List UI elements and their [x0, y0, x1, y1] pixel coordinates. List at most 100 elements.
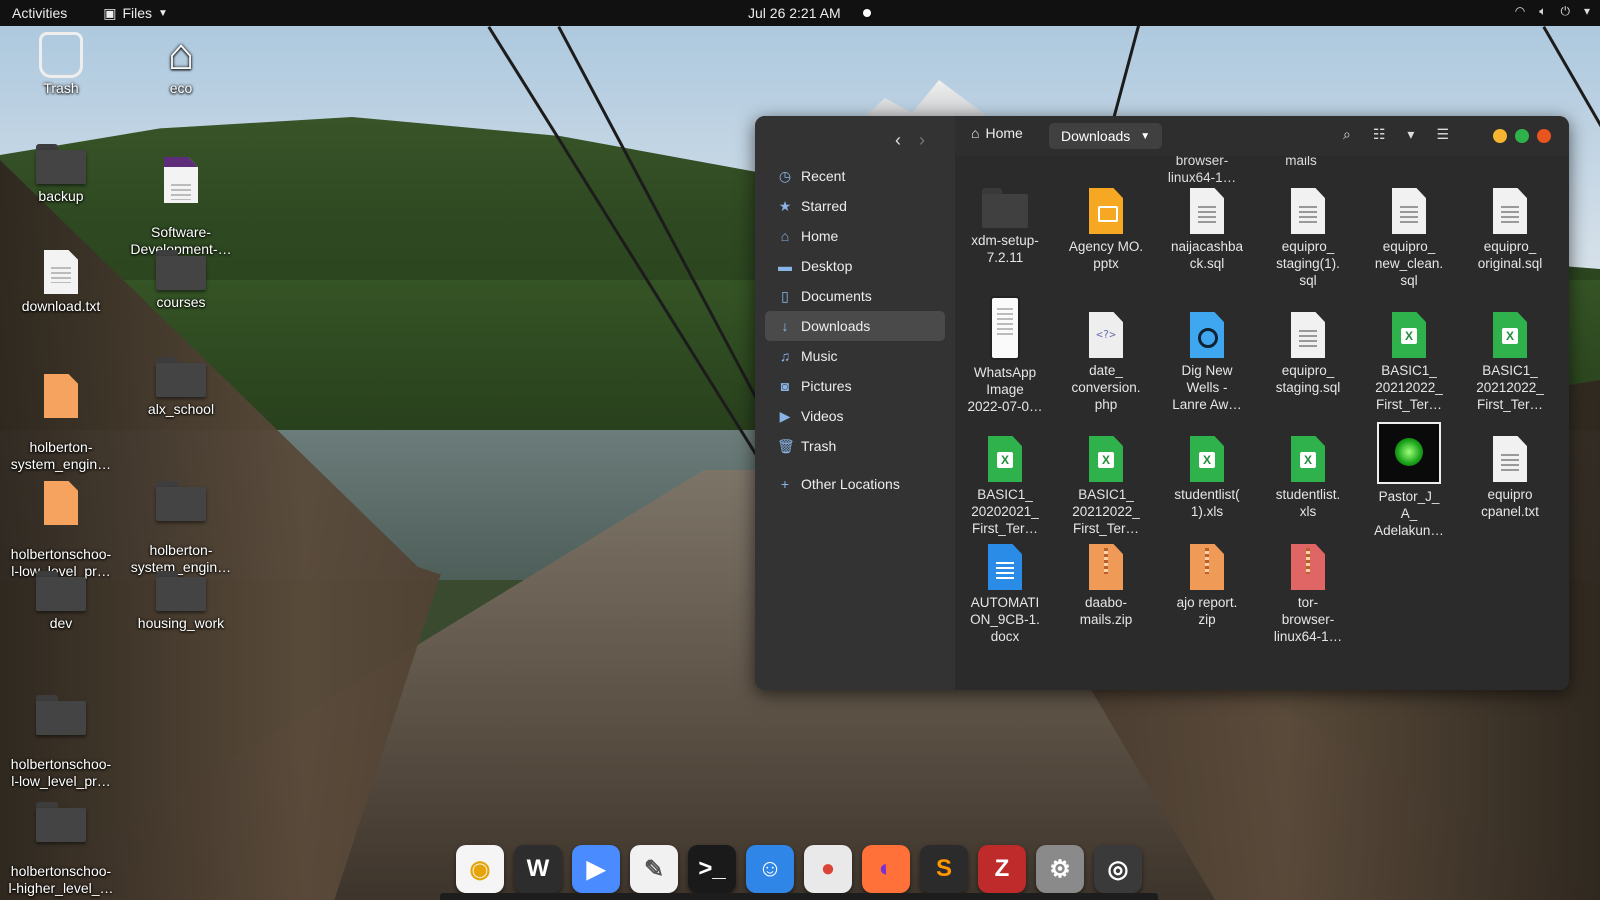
filezilla-icon[interactable]: Z [978, 845, 1026, 893]
file-item[interactable]: <?> date_ conversion. php [1056, 312, 1156, 413]
desktop-icon-holberton-folder[interactable]: holberton- system_engin… [122, 464, 240, 576]
finder-icon[interactable]: ☺ [746, 845, 794, 893]
folder-icon [36, 144, 86, 184]
files-app-menu[interactable]: ▣ Files ▼ [103, 5, 168, 22]
file-name: Pastor_J_ A_ Adelakun… [1374, 489, 1444, 538]
desktop-icon-holbertonschool-higher-level[interactable]: holbertonschoo- l-higher_level_… [2, 785, 120, 897]
file-item[interactable]: daabo- mails.zip [1056, 544, 1156, 628]
forward-button[interactable]: › [919, 130, 925, 151]
folder-icon [156, 357, 206, 397]
breadcrumb-home[interactable]: ⌂ Home [971, 125, 1023, 141]
sublime-icon[interactable]: S [920, 845, 968, 893]
desktop-icon-housing-work[interactable]: housing_work [122, 571, 240, 632]
file-item[interactable]: WhatsApp Image 2022-07-0… [955, 296, 1055, 415]
minimize-button[interactable] [1493, 129, 1507, 143]
desktop-icon-holbertonschool-low-level[interactable]: holbertonschoo- l-low_level_pr… [2, 678, 120, 790]
sidebar-item-desktop[interactable]: ▬ Desktop [765, 251, 945, 281]
sidebar-item-videos[interactable]: ▶ Videos [765, 401, 945, 431]
text-file-icon [1392, 188, 1426, 234]
sidebar-item-music[interactable]: ♫ Music [765, 341, 945, 371]
file-item[interactable]: ajo report. zip [1157, 544, 1257, 628]
file-name: WhatsApp Image 2022-07-0… [967, 365, 1043, 414]
clock[interactable]: Jul 26 2:21 AM [748, 5, 841, 21]
desktop-icon-trash[interactable]: Trash [2, 32, 120, 97]
file-item[interactable]: Pastor_J_ A_ Adelakun… [1359, 422, 1459, 539]
file-item[interactable]: equipro cpanel.txt [1460, 436, 1560, 520]
firefox-icon[interactable]: ◐ [862, 845, 910, 893]
volume-icon[interactable]: 🔈︎ [1539, 4, 1546, 19]
file-item[interactable]: AUTOMATI ON_9CB-1. docx [955, 544, 1055, 645]
spreadsheet-icon [988, 436, 1022, 482]
sidebar-item-documents[interactable]: ▯ Documents [765, 281, 945, 311]
desktop-icon-eco[interactable]: ⌂ eco [122, 32, 240, 97]
breadcrumb-current[interactable]: Downloads ▼ [1049, 123, 1163, 149]
file-item[interactable]: Dig New Wells - Lanre Aw… [1157, 312, 1257, 413]
breadcrumb-home-label: Home [985, 125, 1023, 141]
system-tray[interactable]: ◠ 🔈︎ ⏻ ▾ [1515, 4, 1590, 19]
file-item[interactable]: studentlist. xls [1258, 436, 1358, 520]
file-item[interactable]: BASIC1_ 20212022_ First_Ter… [1359, 312, 1459, 413]
top-bar: Activities ▣ Files ▼ Jul 26 2:21 AM ◠ 🔈︎… [0, 0, 1600, 26]
chevron-down-icon[interactable]: ▾ [1584, 4, 1590, 19]
desktop-icon-backup[interactable]: backup [2, 144, 120, 205]
file-item[interactable]: equipro_ original.sql [1460, 188, 1560, 272]
files-app-icon: ▣ [103, 4, 117, 21]
file-name: BASIC1_ 20212022_ First_Ter… [1375, 363, 1443, 412]
desktop-icon-software-development[interactable]: Software- Development-… [122, 140, 240, 258]
sidebar-item-trash[interactable]: 🗑︎ Trash [765, 431, 945, 461]
file-name: equipro_ staging.sql [1275, 363, 1341, 395]
file-label-partial[interactable]: mails [1251, 156, 1351, 169]
sidebar-item-other-locations[interactable]: + Other Locations [765, 469, 945, 499]
file-item[interactable]: naijacashba ck.sql [1157, 188, 1257, 272]
folder-icon [156, 250, 206, 290]
settings-icon[interactable]: ⚙ [1036, 845, 1084, 893]
screenshot-icon[interactable]: ◎ [1094, 845, 1142, 893]
file-item[interactable]: BASIC1_ 20202021_ First_Ter… [955, 436, 1055, 537]
file-item[interactable]: xdm-setup- 7.2.11 [955, 188, 1055, 266]
menu-icon[interactable]: ☰ [1436, 126, 1449, 143]
desktop-icon-label: housing_work [137, 615, 225, 631]
file-item[interactable]: equipro_ staging(1). sql [1258, 188, 1358, 289]
zoom-icon[interactable]: ▶ [572, 845, 620, 893]
back-button[interactable]: ‹ [895, 130, 901, 151]
file-name: daabo- mails.zip [1079, 595, 1133, 627]
power-icon[interactable]: ⏻ [1560, 4, 1570, 19]
chrome-icon[interactable]: ● [804, 845, 852, 893]
places-list: ◷ Recent ★ Starred ⌂ Home ▬ Desktop ▯ Documen… [765, 161, 945, 499]
sidebar-item-downloads[interactable]: ↓ Downloads [765, 311, 945, 341]
desktop-icon-download-txt[interactable]: download.txt [2, 250, 120, 315]
text-editor-icon[interactable]: ✎ [630, 845, 678, 893]
chevron-down-icon[interactable]: ▾ [1407, 126, 1414, 143]
wps-writer-icon[interactable]: W [514, 845, 562, 893]
sidebar-item-recent[interactable]: ◷ Recent [765, 161, 945, 191]
file-name: ajo report. zip [1176, 595, 1238, 627]
sidebar-item-pictures[interactable]: ◙ Pictures [765, 371, 945, 401]
file-item[interactable]: equipro_ staging.sql [1258, 312, 1358, 396]
close-button[interactable] [1537, 129, 1551, 143]
desktop-icon-alx-school[interactable]: alx_school [122, 357, 240, 418]
file-item[interactable]: Agency MO. pptx [1056, 188, 1156, 272]
desktop-icon-dev[interactable]: dev [2, 571, 120, 632]
search-icon[interactable]: ⌕ [1343, 126, 1351, 143]
maximize-button[interactable] [1515, 129, 1529, 143]
text-file-icon [44, 250, 78, 294]
file-item[interactable]: equipro_ new_clean. sql [1359, 188, 1459, 289]
file-name: equipro cpanel.txt [1481, 487, 1539, 519]
rhythmbox-icon[interactable]: ◉ [456, 845, 504, 893]
activities-button[interactable]: Activities [12, 5, 67, 21]
view-toggle-icon[interactable]: ☷ [1373, 126, 1386, 143]
file-item[interactable]: studentlist( 1).xls [1157, 436, 1257, 520]
file-item[interactable]: BASIC1_ 20212022_ First_Ter… [1460, 312, 1560, 413]
home-icon: ⌂ [971, 125, 980, 141]
desktop-icon-holbertonschool-archive[interactable]: holbertonschoo- l-low_level_pr… [2, 464, 120, 580]
desktop-icon-courses[interactable]: courses [122, 250, 240, 311]
desktop-icon-holberton-archive[interactable]: holberton- system_engin… [2, 357, 120, 473]
sidebar-item-starred[interactable]: ★ Starred [765, 191, 945, 221]
file-name: BASIC1_ 20202021_ First_Ter… [971, 487, 1039, 536]
sidebar-item-home[interactable]: ⌂ Home [765, 221, 945, 251]
file-item[interactable]: BASIC1_ 20212022_ First_Ter… [1056, 436, 1156, 537]
network-icon[interactable]: ◠ [1515, 4, 1525, 19]
file-item[interactable]: tor- browser- linux64-1… [1258, 544, 1358, 645]
terminal-icon[interactable]: >_ [688, 845, 736, 893]
file-label-partial[interactable]: browser- linux64-1… [1152, 156, 1252, 186]
